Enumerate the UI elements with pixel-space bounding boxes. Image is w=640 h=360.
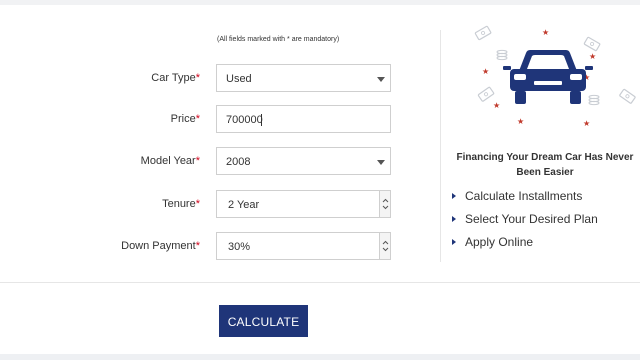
spinner-icon[interactable] (379, 191, 390, 217)
section-divider (0, 282, 640, 283)
star-icon: ★ (517, 117, 524, 126)
banknote-icon (583, 36, 601, 52)
bottom-strip (0, 354, 640, 360)
car-type-value: Used (226, 73, 252, 85)
price-label: Price* (170, 113, 200, 125)
promo-title: Financing Your Dream Car Has Never Been … (456, 152, 634, 178)
text-cursor (261, 114, 262, 126)
feature-item-apply: Apply Online (452, 235, 533, 249)
model-year-select[interactable]: 2008 (216, 147, 391, 175)
spinner-icon[interactable] (379, 233, 390, 259)
tenure-label: Tenure* (162, 198, 200, 210)
down-payment-label: Down Payment* (121, 240, 200, 252)
star-icon: ★ (589, 52, 596, 61)
price-value: 700000 (226, 114, 263, 126)
down-payment-value: 30% (228, 241, 251, 253)
banknote-icon (477, 86, 495, 102)
star-icon: ★ (493, 101, 500, 110)
car-icon (503, 50, 593, 104)
car-finance-illustration: ★ ★ ★ ★ ★ ★ ★ (474, 25, 636, 128)
car-type-select[interactable]: Used (216, 64, 391, 92)
star-icon: ★ (542, 28, 549, 37)
model-year-value: 2008 (226, 156, 251, 168)
dropdown-caret-icon (377, 160, 385, 165)
tenure-value: 2 Year (228, 199, 260, 211)
coin-stack-icon (588, 94, 600, 106)
bullet-triangle-icon (452, 239, 456, 245)
price-input[interactable]: 700000 (216, 105, 391, 133)
feature-item-plan: Select Your Desired Plan (452, 212, 598, 226)
down-payment-select[interactable]: 30% (216, 232, 391, 260)
banknote-icon (619, 88, 636, 104)
bullet-triangle-icon (452, 193, 456, 199)
star-icon: ★ (583, 119, 590, 128)
dropdown-caret-icon (377, 77, 385, 82)
banknote-icon (474, 25, 492, 41)
car-type-label: Car Type* (151, 72, 200, 84)
coin-stack-icon (496, 49, 508, 61)
star-icon: ★ (482, 67, 489, 76)
top-strip (0, 0, 640, 5)
column-divider (440, 30, 441, 262)
tenure-select[interactable]: 2 Year (216, 190, 391, 218)
feature-item-calculate: Calculate Installments (452, 189, 582, 203)
mandatory-note: (All fields marked with * are mandatory) (217, 36, 340, 43)
model-year-label: Model Year* (140, 155, 200, 167)
calculate-button[interactable]: CALCULATE (219, 305, 308, 337)
bullet-triangle-icon (452, 216, 456, 222)
